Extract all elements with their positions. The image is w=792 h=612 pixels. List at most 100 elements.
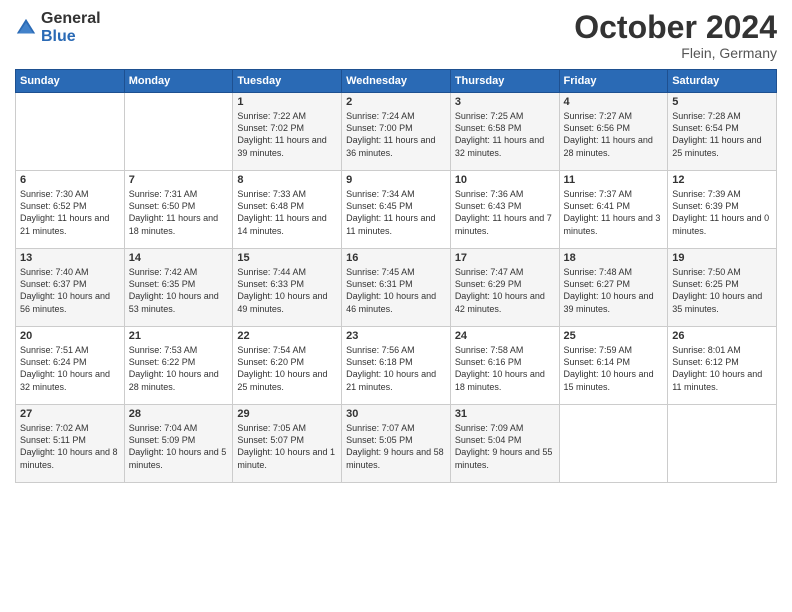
day-number: 25 [564,330,664,342]
calendar-cell [124,93,233,171]
calendar-cell [668,405,777,483]
calendar-cell: 17 Sunrise: 7:47 AM Sunset: 6:29 PM Dayli… [450,249,559,327]
month-title: October 2024 [574,10,777,45]
calendar-row: 6Sunrise: 7:30 AM Sunset: 6:52 PM Daylig… [16,171,777,249]
cell-content: Sunrise: 7:30 AM Sunset: 6:52 PM Dayligh… [20,188,120,237]
calendar-cell: 21Sunrise: 7:53 AM Sunset: 6:22 PM Dayli… [124,327,233,405]
day-number: 10 [455,174,555,186]
calendar-cell: 20 Sunrise: 7:51 AM Sunset: 6:24 PM Dayli… [16,327,125,405]
day-number: 17 [455,252,555,264]
title-block: October 2024 Flein, Germany [574,10,777,61]
page: General Blue October 2024 Flein, Germany… [0,0,792,612]
calendar-cell: 18 Sunrise: 7:48 AM Sunset: 6:27 PM Dayli… [559,249,668,327]
cell-content: Sunrise: 7:34 AM Sunset: 6:45 PM Dayligh… [346,188,446,237]
calendar-cell: 3 Sunrise: 7:25 AM Sunset: 6:58 PM Daylig… [450,93,559,171]
day-number: 15 [237,252,337,264]
header-day: Wednesday [342,70,451,93]
calendar-cell: 24Sunrise: 7:58 AM Sunset: 6:16 PM Dayli… [450,327,559,405]
day-number: 22 [237,330,337,342]
day-number: 14 [129,252,229,264]
cell-content: Sunrise: 7:37 AM Sunset: 6:41 PM Dayligh… [564,188,664,237]
cell-content: Sunrise: 8:01 AM Sunset: 6:12 PM Dayligh… [672,344,772,393]
day-number: 16 [346,252,446,264]
header-day: Sunday [16,70,125,93]
calendar-cell: 14 Sunrise: 7:42 AM Sunset: 6:35 PM Dayli… [124,249,233,327]
day-number: 1 [237,96,337,108]
calendar-row: 13Sunrise: 7:40 AM Sunset: 6:37 PM Dayli… [16,249,777,327]
logo-blue: Blue [41,28,101,46]
day-number: 18 [564,252,664,264]
cell-content: Sunrise: 7:56 AM Sunset: 6:18 PM Dayligh… [346,344,446,393]
logo: General Blue [15,10,101,45]
calendar-cell: 8 Sunrise: 7:33 AM Sunset: 6:48 PM Daylig… [233,171,342,249]
calendar-cell: 2Sunrise: 7:24 AM Sunset: 7:00 PM Daylig… [342,93,451,171]
cell-content: Sunrise: 7:53 AM Sunset: 6:22 PM Dayligh… [129,344,229,393]
calendar-cell: 13Sunrise: 7:40 AM Sunset: 6:37 PM Dayli… [16,249,125,327]
cell-content: Sunrise: 7:22 AM Sunset: 7:02 PM Dayligh… [237,110,337,159]
calendar-row: 20 Sunrise: 7:51 AM Sunset: 6:24 PM Dayli… [16,327,777,405]
calendar-cell: 4 Sunrise: 7:27 AM Sunset: 6:56 PM Daylig… [559,93,668,171]
cell-content: Sunrise: 7:25 AM Sunset: 6:58 PM Dayligh… [455,110,555,159]
cell-content: Sunrise: 7:27 AM Sunset: 6:56 PM Dayligh… [564,110,664,159]
logo-general: General [41,10,101,28]
cell-content: Sunrise: 7:36 AM Sunset: 6:43 PM Dayligh… [455,188,555,237]
header-day: Tuesday [233,70,342,93]
day-number: 31 [455,408,555,420]
day-number: 30 [346,408,446,420]
calendar-table: SundayMondayTuesdayWednesdayThursdayFrid… [15,69,777,483]
calendar-cell [16,93,125,171]
day-number: 9 [346,174,446,186]
cell-content: Sunrise: 7:28 AM Sunset: 6:54 PM Dayligh… [672,110,772,159]
day-number: 11 [564,174,664,186]
calendar-row: 27Sunrise: 7:02 AM Sunset: 5:11 PM Dayli… [16,405,777,483]
cell-content: Sunrise: 7:31 AM Sunset: 6:50 PM Dayligh… [129,188,229,237]
calendar-cell: 10 Sunrise: 7:36 AM Sunset: 6:43 PM Dayli… [450,171,559,249]
calendar-cell: 19 Sunrise: 7:50 AM Sunset: 6:25 PM Dayli… [668,249,777,327]
calendar-cell: 29Sunrise: 7:05 AM Sunset: 5:07 PM Dayli… [233,405,342,483]
calendar-row: 1 Sunrise: 7:22 AM Sunset: 7:02 PM Daylig… [16,93,777,171]
calendar-cell: 11 Sunrise: 7:37 AM Sunset: 6:41 PM Dayli… [559,171,668,249]
header-day: Monday [124,70,233,93]
day-number: 26 [672,330,772,342]
day-number: 20 [20,330,120,342]
day-number: 2 [346,96,446,108]
location: Flein, Germany [574,45,777,61]
calendar-cell: 5Sunrise: 7:28 AM Sunset: 6:54 PM Daylig… [668,93,777,171]
logo-text: General Blue [41,10,101,45]
cell-content: Sunrise: 7:51 AM Sunset: 6:24 PM Dayligh… [20,344,120,393]
cell-content: Sunrise: 7:44 AM Sunset: 6:33 PM Dayligh… [237,266,337,315]
calendar-cell: 12Sunrise: 7:39 AM Sunset: 6:39 PM Dayli… [668,171,777,249]
day-number: 4 [564,96,664,108]
cell-content: Sunrise: 7:47 AM Sunset: 6:29 PM Dayligh… [455,266,555,315]
cell-content: Sunrise: 7:33 AM Sunset: 6:48 PM Dayligh… [237,188,337,237]
cell-content: Sunrise: 7:50 AM Sunset: 6:25 PM Dayligh… [672,266,772,315]
calendar-cell: 27Sunrise: 7:02 AM Sunset: 5:11 PM Dayli… [16,405,125,483]
cell-content: Sunrise: 7:45 AM Sunset: 6:31 PM Dayligh… [346,266,446,315]
cell-content: Sunrise: 7:54 AM Sunset: 6:20 PM Dayligh… [237,344,337,393]
calendar-cell: 6Sunrise: 7:30 AM Sunset: 6:52 PM Daylig… [16,171,125,249]
logo-icon [15,17,37,39]
calendar-cell: 30 Sunrise: 7:07 AM Sunset: 5:05 PM Dayli… [342,405,451,483]
header: General Blue October 2024 Flein, Germany [15,10,777,61]
day-number: 7 [129,174,229,186]
header-row: SundayMondayTuesdayWednesdayThursdayFrid… [16,70,777,93]
cell-content: Sunrise: 7:09 AM Sunset: 5:04 PM Dayligh… [455,422,555,471]
calendar-cell [559,405,668,483]
day-number: 12 [672,174,772,186]
cell-content: Sunrise: 7:48 AM Sunset: 6:27 PM Dayligh… [564,266,664,315]
day-number: 3 [455,96,555,108]
cell-content: Sunrise: 7:42 AM Sunset: 6:35 PM Dayligh… [129,266,229,315]
calendar-cell: 31 Sunrise: 7:09 AM Sunset: 5:04 PM Dayli… [450,405,559,483]
day-number: 13 [20,252,120,264]
day-number: 24 [455,330,555,342]
cell-content: Sunrise: 7:07 AM Sunset: 5:05 PM Dayligh… [346,422,446,471]
calendar-cell: 7 Sunrise: 7:31 AM Sunset: 6:50 PM Daylig… [124,171,233,249]
day-number: 8 [237,174,337,186]
calendar-cell: 28 Sunrise: 7:04 AM Sunset: 5:09 PM Dayli… [124,405,233,483]
calendar-cell: 25Sunrise: 7:59 AM Sunset: 6:14 PM Dayli… [559,327,668,405]
cell-content: Sunrise: 7:04 AM Sunset: 5:09 PM Dayligh… [129,422,229,471]
header-day: Friday [559,70,668,93]
day-number: 19 [672,252,772,264]
day-number: 28 [129,408,229,420]
calendar-cell: 23Sunrise: 7:56 AM Sunset: 6:18 PM Dayli… [342,327,451,405]
